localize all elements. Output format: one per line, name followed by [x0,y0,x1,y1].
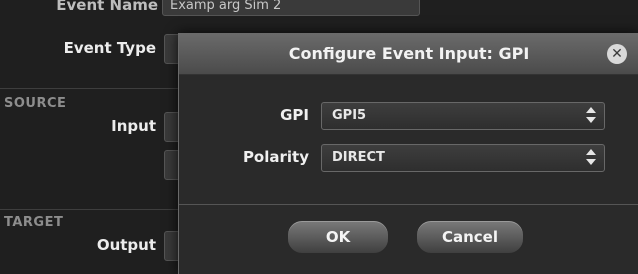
dialog-header: Configure Event Input: GPI ✕ [179,34,638,75]
event-type-label: Event Type [63,39,156,57]
target-section-title: TARGET [4,215,64,230]
gpi-label: GPI [280,106,309,124]
cancel-button[interactable]: Cancel [416,220,524,254]
event-name-value: Examp arg Sim 2 [170,0,282,13]
polarity-select-value: DIRECT [332,150,385,165]
configure-event-input-dialog: Configure Event Input: GPI ✕ GPI GPI5 Po… [178,33,638,274]
polarity-select[interactable]: DIRECT [321,144,605,172]
dialog-divider [179,204,638,205]
gpi-select[interactable]: GPI5 [321,102,605,130]
source-section-title: SOURCE [4,96,67,111]
output-label: Output [96,236,156,254]
polarity-label: Polarity [242,148,309,166]
up-down-arrows-icon [586,149,596,165]
event-name-label: Event Name [56,0,158,14]
input-label: Input [111,117,156,135]
ok-button[interactable]: OK [287,220,389,254]
up-down-arrows-icon [586,107,596,123]
gpi-select-value: GPI5 [332,108,367,123]
close-icon[interactable]: ✕ [607,44,627,64]
dialog-title: Configure Event Input: GPI [288,44,530,63]
